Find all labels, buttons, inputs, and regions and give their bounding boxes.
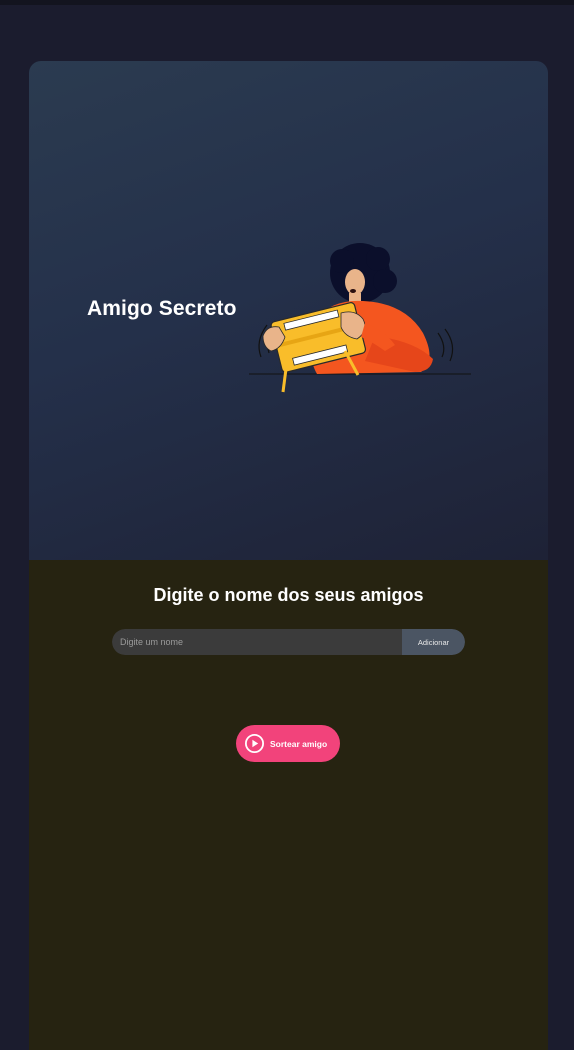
header-banner: Amigo Secreto — [29, 61, 548, 560]
friend-name-input[interactable] — [112, 629, 402, 655]
page-title: Amigo Secreto — [87, 297, 237, 320]
play-circle-icon — [244, 733, 265, 754]
main-card: Amigo Secreto Digite o nome dos seus ami… — [29, 61, 548, 1050]
friends-section: Digite o nome dos seus amigos Adicionar … — [29, 560, 548, 1050]
top-strip — [0, 0, 574, 5]
section-subtitle: Digite o nome dos seus amigos — [153, 585, 424, 605]
add-button[interactable]: Adicionar — [402, 629, 465, 655]
add-friend-form: Adicionar — [112, 629, 465, 655]
person-holding-gift-illustration — [249, 243, 471, 393]
draw-friend-button[interactable]: Sortear amigo — [236, 725, 340, 762]
draw-button-label: Sortear amigo — [270, 738, 328, 749]
